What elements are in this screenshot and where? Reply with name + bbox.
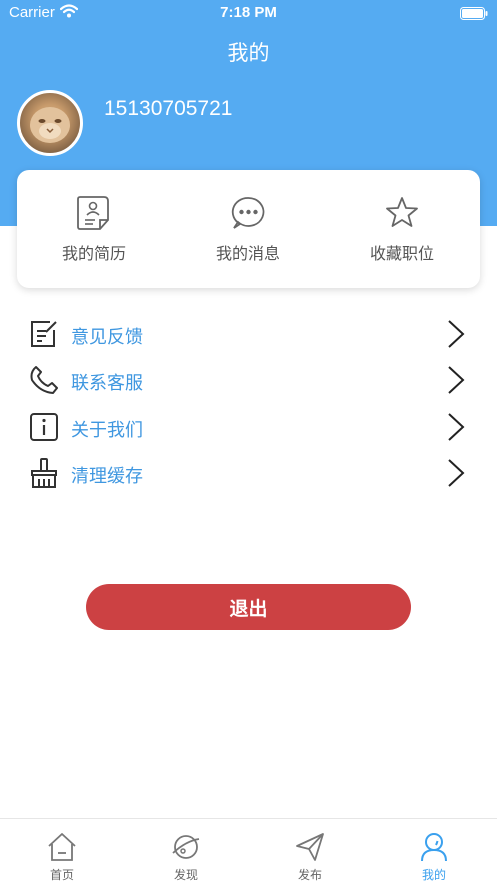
planet-icon — [170, 831, 202, 863]
menu-label-about: 关于我们 — [71, 420, 143, 441]
user-icon — [418, 831, 450, 863]
resume-icon — [17, 194, 171, 232]
avatar[interactable] — [17, 90, 83, 156]
favorites-button[interactable]: 收藏职位 — [325, 170, 479, 288]
tab-home[interactable]: 首页 — [0, 819, 124, 883]
home-icon — [46, 831, 78, 863]
tab-label-mine: 我的 — [421, 868, 446, 882]
chevron-right-icon — [446, 365, 466, 395]
menu-label-feedback: 意见反馈 — [71, 327, 143, 348]
menu-item-contact[interactable]: 联系客服 — [0, 358, 497, 404]
messages-label: 我的消息 — [215, 244, 280, 263]
cat-photo-icon — [30, 107, 70, 143]
info-icon — [28, 411, 60, 443]
page-title: 我的 — [227, 41, 270, 65]
feedback-icon — [28, 318, 60, 350]
tab-label-home: 首页 — [49, 868, 74, 882]
status-bar: Carrier 7:18 PM — [0, 0, 497, 26]
star-icon — [325, 194, 479, 232]
user-phone: 15130705721 — [104, 97, 233, 120]
menu-item-feedback[interactable]: 意见反馈 — [0, 312, 497, 358]
menu-label-contact: 联系客服 — [71, 373, 143, 394]
messages-button[interactable]: 我的消息 — [171, 170, 325, 288]
tab-bar: 首页 发现 发布 我的 — [0, 818, 497, 883]
send-icon — [294, 831, 326, 863]
broom-icon — [28, 457, 60, 489]
resume-label: 我的简历 — [61, 244, 126, 263]
menu-item-clear-cache[interactable]: 清理缓存 — [0, 451, 497, 497]
status-time: 7:18 PM — [220, 4, 277, 21]
battery-icon — [460, 6, 488, 24]
tab-label-discover: 发现 — [173, 868, 198, 882]
quick-actions-card: 我的简历 我的消息 收藏职位 — [17, 170, 480, 288]
tab-mine[interactable]: 我的 — [372, 819, 496, 883]
chevron-right-icon — [446, 319, 466, 349]
favorites-label: 收藏职位 — [369, 244, 434, 263]
menu-label-clear-cache: 清理缓存 — [71, 466, 143, 487]
message-icon — [171, 194, 325, 232]
chevron-right-icon — [446, 458, 466, 488]
logout-button[interactable]: 退出 — [86, 584, 411, 630]
tab-discover[interactable]: 发现 — [124, 819, 248, 883]
menu-item-about[interactable]: 关于我们 — [0, 405, 497, 451]
resume-button[interactable]: 我的简历 — [17, 170, 171, 288]
tab-publish[interactable]: 发布 — [248, 819, 372, 883]
tab-label-publish: 发布 — [297, 868, 322, 882]
phone-icon — [28, 364, 60, 396]
chevron-right-icon — [446, 412, 466, 442]
